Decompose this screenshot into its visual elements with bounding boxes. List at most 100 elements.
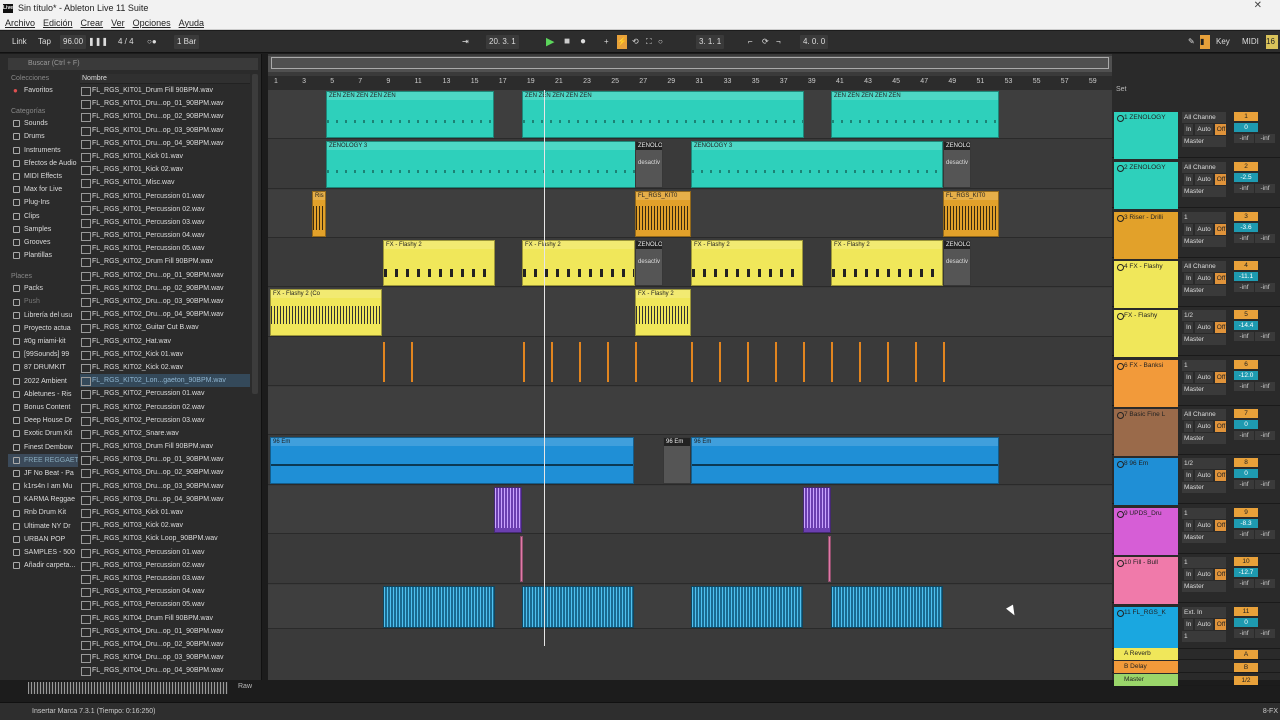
sidebar-item-place[interactable]: Deep House Dr [8, 414, 78, 427]
monitor-in-button[interactable]: In [1184, 224, 1194, 235]
sidebar-item-category[interactable]: Plantillas [8, 249, 78, 262]
play-icon[interactable]: ▶ [546, 35, 554, 49]
file-item[interactable]: FL_RGS_KIT03_Percussion 01.wav [80, 546, 250, 559]
menu-crear[interactable]: Crear [81, 18, 104, 28]
sidebar-item-place[interactable]: Push [8, 295, 78, 308]
file-item[interactable]: FL_RGS_KIT02_Dru...op_03_90BPM.wav [80, 295, 250, 308]
menu-opciones[interactable]: Opciones [133, 18, 171, 28]
track-number-button[interactable]: 7 [1234, 409, 1258, 418]
midi-note[interactable] [859, 342, 861, 382]
file-item[interactable]: FL_RGS_KIT01_Misc.wav [80, 176, 250, 189]
audio-clip[interactable]: ZEN ZEN ZEN ZEN ZEN [831, 91, 999, 138]
return-track-name[interactable]: Master [1114, 674, 1178, 686]
file-item[interactable]: FL_RGS_KIT01_Percussion 04.wav [80, 229, 250, 242]
sidebar-item-place[interactable]: URBAN POP [8, 533, 78, 546]
output-select[interactable]: Master [1182, 334, 1226, 345]
output-select[interactable]: Master [1182, 236, 1226, 247]
volume-field[interactable]: 0 [1234, 618, 1258, 627]
sidebar-item-category[interactable]: Plug-Ins [8, 196, 78, 209]
audio-clip[interactable] [522, 586, 634, 628]
sidebar-item-place[interactable]: Packs [8, 282, 78, 295]
deactivated-clip[interactable]: ZENOLOG desactiv [943, 141, 971, 188]
monitor-off-button[interactable]: Off [1214, 372, 1226, 383]
audio-clip[interactable]: FX - Flashy 2 [831, 240, 943, 286]
sidebar-item-category[interactable]: Max for Live [8, 183, 78, 196]
sidebar-item-place[interactable]: Abletunes - Ris [8, 388, 78, 401]
monitor-in-button[interactable]: In [1184, 569, 1194, 580]
sidebar-item-category[interactable]: Drums [8, 130, 78, 143]
track-name-header[interactable]: 9 UPDS_Dru [1114, 508, 1178, 555]
monitor-auto-button[interactable]: Auto [1195, 124, 1213, 135]
file-item[interactable]: FL_RGS_KIT01_Dru...op_02_90BPM.wav [80, 110, 250, 123]
automation-arm-icon[interactable]: ⚡ [617, 35, 627, 49]
deactivated-clip[interactable]: ZENOLOG desactiv [635, 240, 663, 286]
audio-clip[interactable]: ZEN ZEN ZEN ZEN ZEN [326, 91, 494, 138]
sidebar-item-place[interactable]: Añadir carpeta... [8, 559, 78, 572]
file-item[interactable]: FL_RGS_KIT01_Percussion 05.wav [80, 242, 250, 255]
volume-field[interactable]: -12.0 [1234, 371, 1258, 380]
name-column-header[interactable]: Nombre [80, 74, 250, 84]
monitor-auto-button[interactable]: Auto [1195, 569, 1213, 580]
audio-clip[interactable]: FX - Flashy 2 [691, 240, 803, 286]
return-track-name[interactable]: B Delay [1114, 661, 1178, 673]
midi-note[interactable] [747, 342, 749, 382]
file-item[interactable]: FL_RGS_KIT02_Drum Fill 90BPM.wav [80, 255, 250, 268]
track-number-button[interactable]: 10 [1234, 557, 1258, 566]
sidebar-item-place[interactable]: [99Sounds] 99 [8, 348, 78, 361]
audio-clip[interactable] [383, 586, 495, 628]
file-item[interactable]: FL_RGS_KIT03_Percussion 02.wav [80, 559, 250, 572]
draw-mode-icon[interactable]: ✎ [1188, 35, 1195, 49]
track-number-button[interactable]: 6 [1234, 360, 1258, 369]
sidebar-item-place[interactable]: k1rs4n I am Mu [8, 480, 78, 493]
file-item[interactable]: FL_RGS_KIT01_Drum Fill 90BPM.wav [80, 84, 250, 97]
return-track-name[interactable]: A Reverb [1114, 648, 1178, 660]
volume-field[interactable]: 0 [1234, 469, 1258, 478]
output-select[interactable]: Master [1182, 482, 1226, 493]
punch-in-icon[interactable]: ⌐ [748, 35, 753, 49]
midi-note[interactable] [523, 342, 525, 382]
monitor-auto-button[interactable]: Auto [1195, 224, 1213, 235]
sidebar-item-place[interactable]: Proyecto actua [8, 322, 78, 335]
file-item[interactable]: FL_RGS_KIT03_Kick 02.wav [80, 519, 250, 532]
monitor-off-button[interactable]: Off [1214, 174, 1226, 185]
sidebar-item-place[interactable]: Rnb Drum Kit [8, 506, 78, 519]
sidebar-item-place[interactable]: Finest Dembow [8, 441, 78, 454]
nudge-icon[interactable]: ❚❚❚ [88, 35, 108, 49]
send-a-field[interactable]: -inf [1234, 283, 1254, 292]
file-item[interactable]: FL_RGS_KIT01_Dru...op_04_90BPM.wav [80, 137, 250, 150]
audio-clip[interactable]: FX - Flashy 2 (Co [270, 289, 382, 336]
midi-note[interactable] [915, 342, 917, 382]
deactivated-clip[interactable]: ZENOLOG desactiv [635, 141, 663, 188]
sidebar-item-category[interactable]: Sounds [8, 117, 78, 130]
track-number-button[interactable]: 5 [1234, 310, 1258, 319]
sidebar-item-place[interactable]: FREE REGGAET [8, 453, 78, 467]
output-select[interactable]: 1 [1182, 631, 1226, 642]
file-item[interactable]: FL_RGS_KIT02_Dru...op_04_90BPM.wav [80, 308, 250, 321]
sidebar-item-place[interactable]: Bonus Content [8, 401, 78, 414]
track-name-header[interactable]: FX - Flashy [1114, 310, 1178, 357]
return-track-number[interactable]: B [1234, 663, 1258, 672]
follow-icon[interactable]: ⇥ [462, 35, 469, 49]
preview-waveform[interactable] [28, 682, 228, 694]
monitor-in-button[interactable]: In [1184, 273, 1194, 284]
input-select[interactable]: 1 [1182, 557, 1226, 568]
output-select[interactable]: Master [1182, 433, 1226, 444]
midi-note[interactable] [887, 342, 889, 382]
track-name-header[interactable]: 8 96 Em [1114, 458, 1178, 505]
midi-note[interactable] [607, 342, 609, 382]
send-a-field[interactable]: -inf [1234, 480, 1254, 489]
file-item[interactable]: FL_RGS_KIT03_Dru...op_02_90BPM.wav [80, 466, 250, 479]
monitor-auto-button[interactable]: Auto [1195, 372, 1213, 383]
audio-clip[interactable] [803, 487, 831, 533]
midi-note[interactable] [551, 342, 553, 382]
volume-field[interactable]: -11.1 [1234, 272, 1258, 281]
track-lane[interactable] [268, 338, 1112, 386]
file-item[interactable]: FL_RGS_KIT03_Percussion 03.wav [80, 572, 250, 585]
midi-note[interactable] [579, 342, 581, 382]
menu-edicion[interactable]: Edición [43, 18, 73, 28]
menu-ayuda[interactable]: Ayuda [179, 18, 204, 28]
file-item[interactable]: FL_RGS_KIT01_Dru...op_01_90BPM.wav [80, 97, 250, 110]
monitor-auto-button[interactable]: Auto [1195, 470, 1213, 481]
file-item[interactable]: FL_RGS_KIT02_Lon...gaeton_90BPM.wav [80, 374, 250, 388]
deactivated-clip[interactable]: ZENOLOG desactiv [943, 240, 971, 286]
